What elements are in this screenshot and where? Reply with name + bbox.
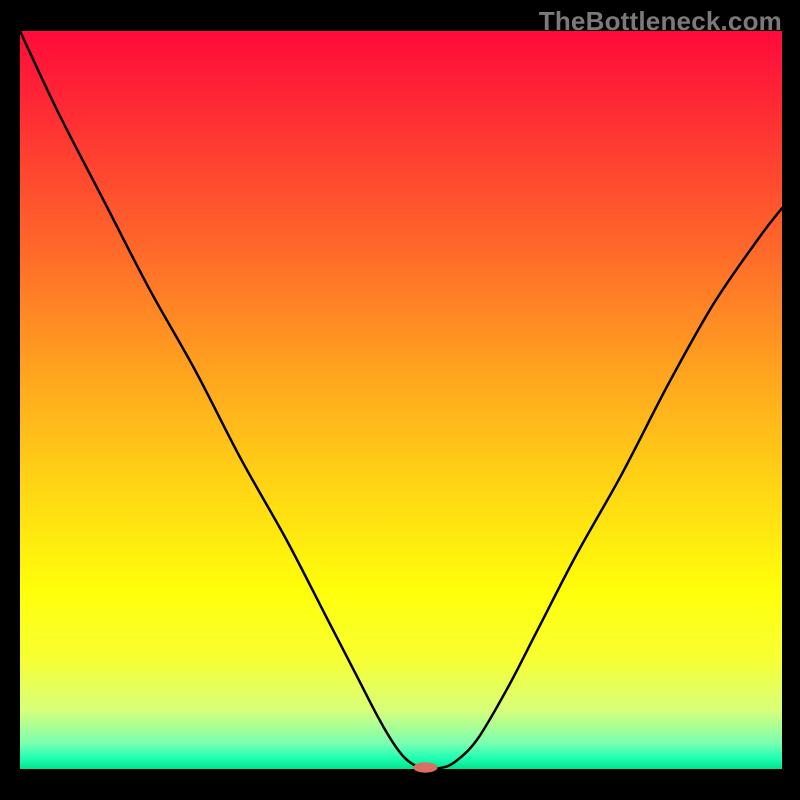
- bottleneck-chart: TheBottleneck.com: [0, 0, 800, 800]
- plot-area: [20, 31, 782, 769]
- min-marker: [413, 762, 437, 772]
- curve-svg: [20, 31, 782, 769]
- bottleneck-curve: [20, 31, 782, 769]
